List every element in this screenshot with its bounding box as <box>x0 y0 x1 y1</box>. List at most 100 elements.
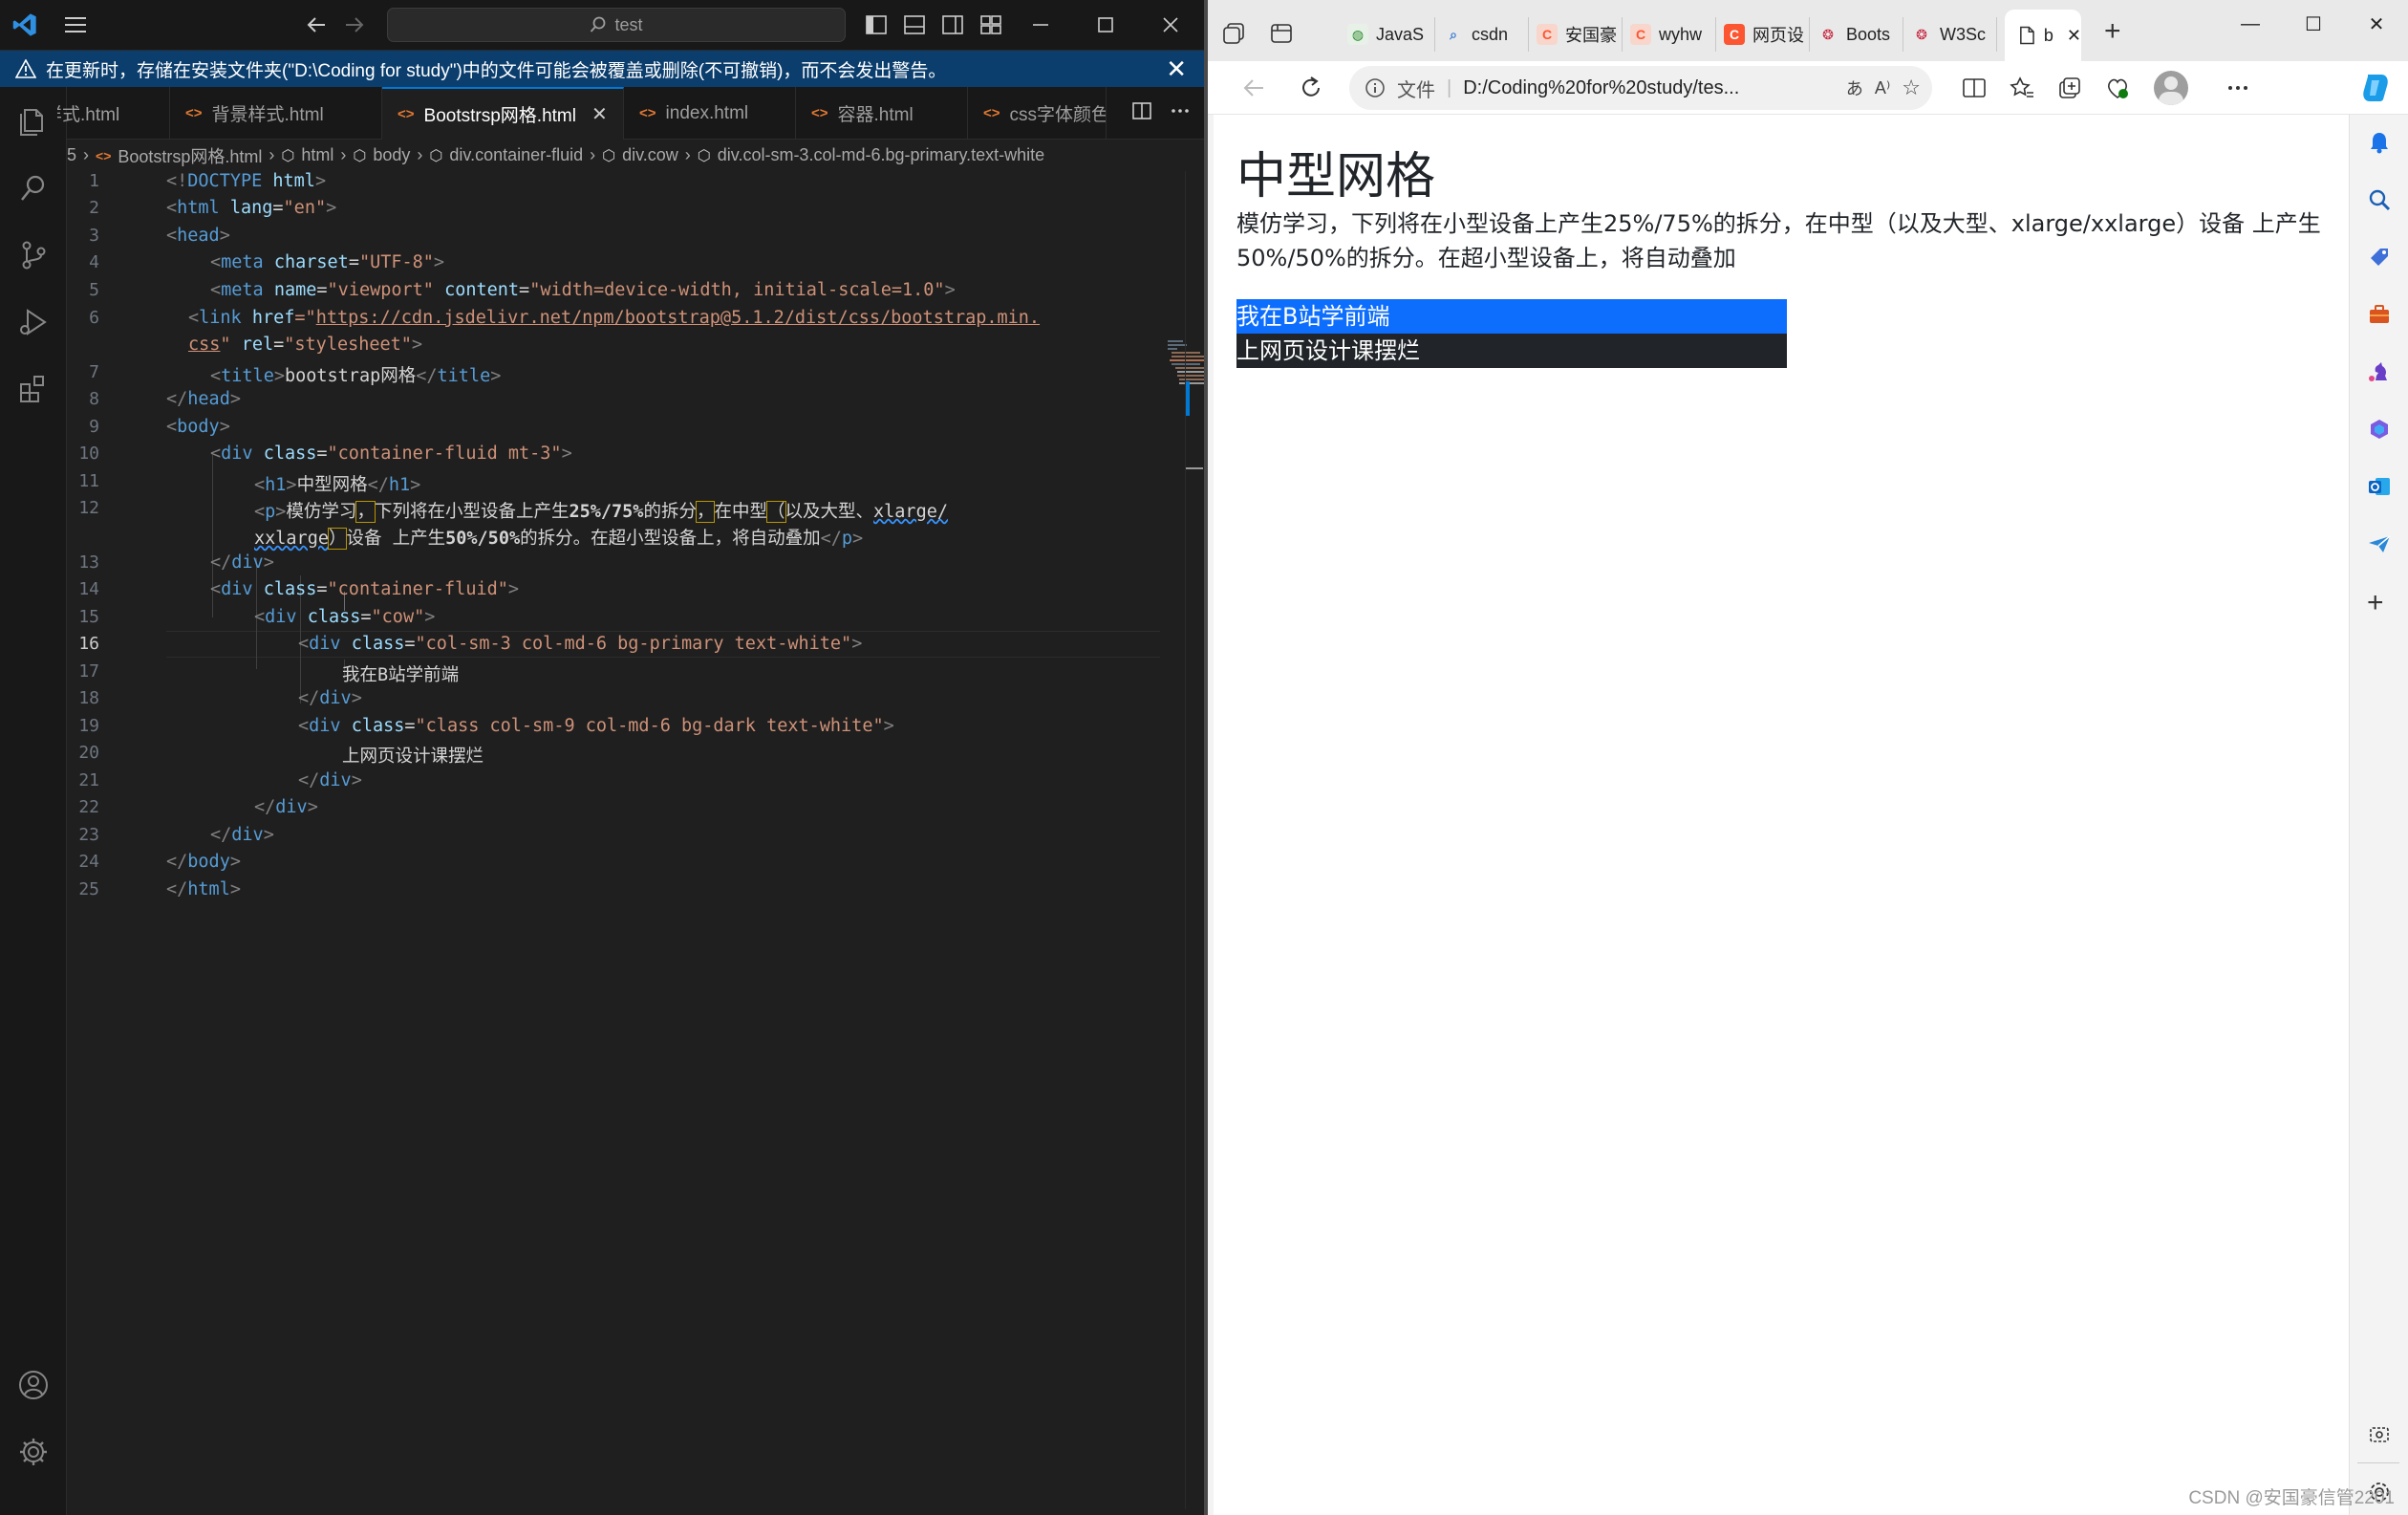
tab-container[interactable]: <> 容器.html <box>796 87 968 140</box>
forward-arrow-icon[interactable] <box>344 15 365 34</box>
microsoft-365-icon[interactable] <box>2367 417 2392 442</box>
menu-icon[interactable] <box>65 15 86 34</box>
translate-icon[interactable]: あ <box>1846 76 1863 100</box>
tools-briefcase-icon[interactable] <box>2367 302 2392 327</box>
split-editor-icon[interactable] <box>1131 100 1152 121</box>
tab-actions-icon[interactable] <box>1269 21 1294 46</box>
browser-tab-label: Boots <box>1846 24 1891 44</box>
vscode-logo-icon <box>12 13 36 36</box>
browser-tab[interactable]: C 网页设 <box>1716 17 1810 52</box>
accounts-icon[interactable] <box>16 1368 51 1402</box>
code-line-10: <div class="container-fluid mt-3"> <box>210 444 572 464</box>
window-controls: — ☐ ✕ <box>2219 0 2408 48</box>
customize-layout-icon[interactable] <box>979 13 1002 36</box>
html-file-icon: <> <box>185 105 203 121</box>
chevron-right-icon: › <box>83 145 90 164</box>
tab-close-icon[interactable]: ✕ <box>591 102 608 126</box>
html-file-icon: <> <box>96 147 112 163</box>
info-icon[interactable] <box>1365 77 1386 98</box>
address-bar[interactable]: 文件 | D:/Coding%20for%20study/tes... あ A⁾… <box>1349 66 1932 110</box>
back-arrow-icon[interactable] <box>306 15 327 34</box>
browser-tab-active[interactable]: b ✕ <box>2005 10 2081 61</box>
refresh-icon[interactable] <box>1298 75 1324 101</box>
tab-background-styles[interactable]: <> 背景样式.html <box>170 87 382 140</box>
split-screen-icon[interactable] <box>1961 75 1988 101</box>
code-line-6-wrap: css" rel="stylesheet"> <box>188 335 423 355</box>
code-line-13: </div> <box>210 552 274 573</box>
outlook-icon[interactable] <box>2367 474 2392 499</box>
browser-tab[interactable]: ❂ Boots <box>1810 17 1903 52</box>
breadcrumb-item[interactable]: body <box>373 145 410 165</box>
stylesheet-link[interactable]: https://cdn.jsdelivr.net/npm/bootstrap@5… <box>316 308 1040 328</box>
browser-tab[interactable]: ⌕ csdn <box>1435 17 1529 52</box>
edge-browser-window: ◍ JavaS ⌕ csdn C 安国豪 C wyhw C 网页设 ❂ Boot… <box>1208 0 2408 1515</box>
code-line-5: <meta name="viewport" content="width=dev… <box>210 280 956 300</box>
editor-scrollbar[interactable] <box>1185 171 1204 1509</box>
line-number: 10 <box>78 444 99 464</box>
toggle-sidebar-icon[interactable] <box>865 13 888 36</box>
minimize-icon[interactable] <box>1030 13 1051 36</box>
line-number: 4 <box>89 252 99 272</box>
browser-tab-label: csdn <box>1472 24 1509 44</box>
workspaces-icon[interactable] <box>1221 21 1246 46</box>
breadcrumb-prefix: 5 <box>67 145 77 164</box>
tab-label: Bootstrsp网格.html <box>423 106 576 126</box>
breadcrumb-item[interactable]: Bootstrsp网格.html <box>118 143 262 168</box>
browser-tab[interactable]: ❂ W3Sc <box>1903 17 1997 52</box>
tab-close-icon[interactable]: ✕ <box>2067 26 2081 46</box>
update-warning-banner: 在更新时，存储在安装文件夹("D:\Coding for study")中的文件… <box>0 51 1204 87</box>
search-icon: ⌕ <box>1450 26 1457 42</box>
profile-avatar[interactable] <box>2154 71 2188 105</box>
breadcrumb-item[interactable]: div.cow <box>622 145 678 165</box>
browser-tab[interactable]: C 安国豪 <box>1529 17 1623 52</box>
url-text: D:/Coding%20for%20study/tes... <box>1463 76 1740 98</box>
breadcrumb-item[interactable]: html <box>301 145 333 165</box>
line-number: 17 <box>78 661 99 682</box>
collections-icon[interactable] <box>2056 75 2083 101</box>
copilot-icon[interactable] <box>2358 71 2393 105</box>
read-aloud-icon[interactable]: A⁾ <box>1875 78 1890 98</box>
command-center-search[interactable]: test <box>387 8 846 42</box>
tab-index[interactable]: <> index.html <box>624 87 796 140</box>
tab-bootstrap-grid[interactable]: <> Bootstrsp网格.html ✕ <box>382 87 624 140</box>
code-editor[interactable]: 1 2 3 4 5 6 7 8 9 10 11 12 13 14 15 16 17 18 19 20 21 22 23 24 2… <box>67 171 1204 1509</box>
browser-essentials-icon[interactable] <box>2104 75 2131 101</box>
favorites-icon[interactable] <box>2009 75 2035 101</box>
cursor-marker <box>1186 467 1203 469</box>
favorite-star-icon[interactable]: ☆ <box>1902 76 1921 100</box>
close-icon[interactable] <box>1160 13 1181 36</box>
close-icon[interactable]: ✕ <box>2345 0 2408 48</box>
new-tab-icon[interactable]: + <box>2104 15 2121 48</box>
settings-gear-icon[interactable] <box>16 1435 51 1469</box>
search-text: test <box>614 14 643 34</box>
scroll-marker <box>1186 381 1190 416</box>
code-line-20: 上网页设计课摆烂 <box>342 747 484 767</box>
more-actions-icon[interactable] <box>1170 100 1191 121</box>
more-menu-icon[interactable] <box>2225 75 2251 101</box>
browser-tab[interactable]: ◍ JavaS <box>1340 17 1435 52</box>
back-arrow-icon[interactable] <box>1240 75 1267 101</box>
maximize-icon[interactable] <box>1095 13 1116 36</box>
add-sidebar-app-icon[interactable]: + <box>2367 587 2384 619</box>
notification-bell-icon[interactable] <box>2367 130 2392 155</box>
toggle-panel-icon[interactable] <box>903 13 926 36</box>
breadcrumb-item[interactable]: div.container-fluid <box>449 145 583 165</box>
toggle-secondary-sidebar-icon[interactable] <box>941 13 964 36</box>
code-line-11: <h1>中型网格</h1> <box>254 475 421 495</box>
explorer-icon[interactable] <box>16 104 51 139</box>
shopping-tag-icon[interactable] <box>2367 245 2392 270</box>
games-chess-icon[interactable] <box>2367 359 2392 384</box>
breadcrumb-item[interactable]: div.col-sm-3.col-md-6.bg-primary.text-wh… <box>718 145 1044 165</box>
tab-styles[interactable]: 样式.html <box>57 87 170 140</box>
line-number: 14 <box>78 579 99 599</box>
drop-send-icon[interactable] <box>2367 531 2392 556</box>
search-icon[interactable] <box>2367 187 2392 212</box>
screenshot-icon[interactable] <box>2367 1422 2392 1447</box>
maximize-icon[interactable]: ☐ <box>2282 0 2345 48</box>
edge-sidebar: + <box>2349 115 2408 1515</box>
minimize-icon[interactable]: — <box>2219 0 2282 48</box>
banner-close-icon[interactable]: ✕ <box>1166 54 1187 84</box>
browser-tab[interactable]: C wyhw <box>1623 17 1716 52</box>
tab-css-font-color[interactable]: <> css字体颜色 <box>968 87 1107 140</box>
chevron-right-icon: › <box>417 145 423 164</box>
